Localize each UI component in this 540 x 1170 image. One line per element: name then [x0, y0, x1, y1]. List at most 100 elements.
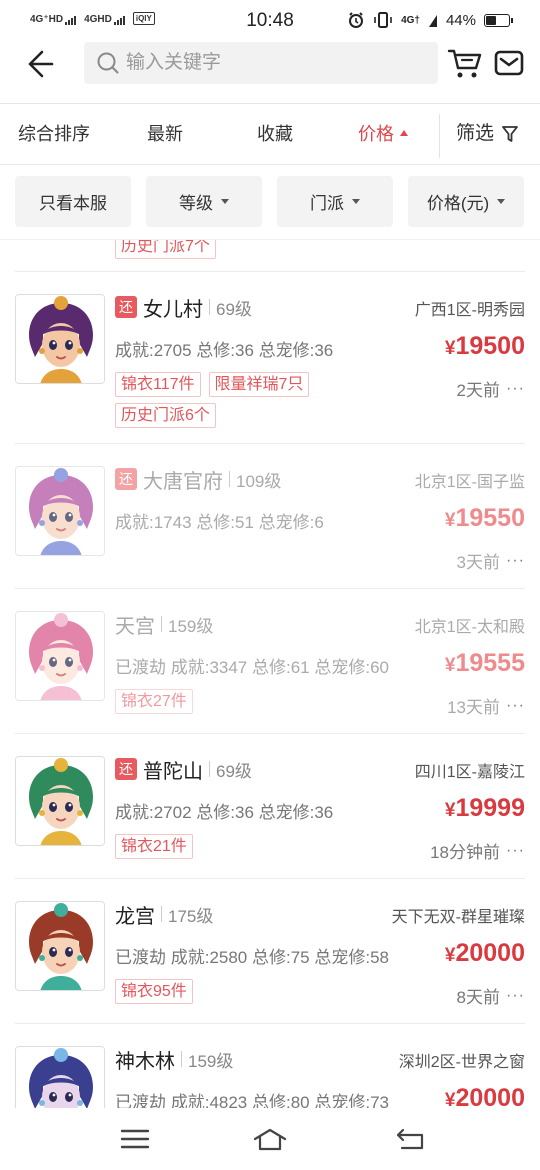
list-separator [15, 443, 525, 444]
level: 159级 [168, 616, 214, 636]
server-name: 天下无双-群星璀璨 [391, 909, 525, 926]
stats: 成就:2705 总修:36 总宠修:36 [115, 341, 334, 360]
price: ¥20000 [445, 939, 525, 968]
filter-label: 筛选 [456, 123, 495, 144]
currency-symbol: ¥ [444, 800, 456, 821]
character-portrait-icon [16, 295, 104, 383]
status-bar: 4G⁺HD 4GHD iQIY 10:48 4G† 44% [0, 0, 540, 40]
school-name: 龙宫 [115, 905, 155, 928]
bargain-badge: 还 [115, 468, 137, 490]
chip-school[interactable]: 门派 [277, 176, 393, 227]
more-icon[interactable]: ··· [506, 987, 525, 1005]
alarm-icon [349, 12, 364, 28]
level: 69级 [216, 299, 252, 319]
list-separator [15, 271, 525, 272]
listing-time: 18分钟前 ··· [430, 838, 525, 863]
menu-icon[interactable] [117, 1126, 153, 1152]
sort-tab-overall[interactable]: 综合排序 [18, 104, 90, 164]
price: ¥20000 [445, 1084, 525, 1108]
chip-price[interactable]: 价格(元) [408, 176, 524, 227]
listing-title: 还普陀山 69级 [115, 756, 252, 783]
back-arrow-icon[interactable] [26, 48, 58, 80]
chip-this-server[interactable]: 只看本服 [15, 176, 131, 227]
level: 175级 [168, 906, 214, 926]
price-value: 20000 [455, 939, 525, 967]
list-separator [15, 733, 525, 734]
cart-icon[interactable] [447, 45, 483, 81]
vibrate-icon [374, 12, 392, 28]
stats: 成就:1743 总修:51 总宠修:6 [115, 513, 324, 532]
server-name: 四川1区-嘉陵江 [414, 764, 525, 781]
tag: 历史门派6个 [115, 403, 216, 428]
level-divider [161, 906, 162, 922]
more-icon[interactable]: ··· [506, 697, 525, 715]
school-name: 大唐官府 [143, 470, 223, 493]
sort-tab-price-label: 价格 [358, 124, 394, 144]
funnel-icon [502, 126, 518, 142]
more-icon[interactable]: ··· [506, 842, 525, 860]
currency-symbol: ¥ [444, 655, 456, 676]
listing-time: 3天前 ··· [457, 548, 525, 573]
level-divider [161, 616, 162, 632]
tag-list: 锦衣27件 [115, 689, 415, 714]
chip-level[interactable]: 等级 [146, 176, 262, 227]
battery-icon [484, 13, 513, 27]
currency-symbol: ¥ [444, 945, 456, 966]
signal-icon [428, 15, 437, 27]
listing-time: 13天前 ··· [447, 693, 525, 718]
time-text: 3天前 [456, 553, 501, 572]
search-input[interactable] [126, 52, 426, 74]
stats: 已渡劫 成就:3347 总修:61 总宠修:60 [115, 658, 389, 677]
more-icon[interactable]: ··· [506, 380, 525, 398]
price-value: 19555 [455, 649, 525, 677]
home-icon[interactable] [252, 1126, 288, 1152]
avatar [15, 1046, 105, 1108]
tag-list: 锦衣21件 [115, 834, 415, 859]
price-value: 19999 [455, 794, 525, 822]
school-name: 普陀山 [143, 760, 203, 783]
chip-label: 门派 [310, 194, 344, 213]
price-value: 19550 [455, 504, 525, 532]
currency-symbol: ¥ [444, 338, 456, 359]
sort-tab-price[interactable]: 价格 [358, 104, 408, 164]
back-nav-icon[interactable] [394, 1126, 430, 1152]
header [0, 40, 540, 86]
level: 109级 [236, 471, 282, 491]
level-divider [209, 299, 210, 315]
sort-bar: 综合排序 最新 收藏 价格 筛选 [0, 104, 540, 164]
listing-title: 神木林 159级 [115, 1046, 233, 1073]
search-box[interactable] [84, 42, 438, 84]
list-separator [15, 1023, 525, 1024]
level-divider [229, 471, 230, 487]
sort-tab-newest[interactable]: 最新 [147, 104, 183, 164]
stats: 成就:2702 总修:36 总宠修:36 [115, 803, 334, 822]
server-name: 广西1区-明秀园 [414, 302, 525, 319]
listing-list: 历史门派7个 还女儿村 69级 广西1区-明秀园 成就:2705 总修:36 总宠修:… [0, 240, 540, 1108]
listing-title: 天宫 159级 [115, 611, 214, 638]
message-icon[interactable] [494, 48, 524, 78]
sort-tab-favorites[interactable]: 收藏 [257, 104, 293, 164]
tag: 限量祥瑞7只 [208, 372, 310, 397]
filter-button[interactable]: 筛选 [456, 104, 518, 164]
more-icon[interactable]: ··· [506, 552, 525, 570]
character-portrait-icon [16, 612, 104, 700]
price: ¥19550 [445, 504, 525, 533]
network-label-3: 4G† [401, 14, 420, 26]
character-portrait-icon [16, 1047, 104, 1108]
price: ¥19500 [445, 332, 525, 361]
server-name: 北京1区-国子监 [414, 474, 525, 491]
currency-symbol: ¥ [444, 510, 456, 531]
price-value: 20000 [455, 1084, 525, 1108]
avatar [15, 466, 105, 556]
dropdown-arrow-icon [221, 199, 229, 204]
time-text: 18分钟前 [430, 843, 501, 862]
character-portrait-icon [16, 757, 104, 845]
school-name: 神木林 [115, 1050, 175, 1073]
avatar [15, 756, 105, 846]
avatar [15, 294, 105, 384]
price: ¥19999 [445, 794, 525, 823]
time-text: 13天前 [447, 698, 501, 717]
avatar [15, 901, 105, 991]
currency-symbol: ¥ [444, 1090, 456, 1108]
stats: 已渡劫 成就:4823 总修:80 总宠修:73 [115, 1093, 389, 1108]
